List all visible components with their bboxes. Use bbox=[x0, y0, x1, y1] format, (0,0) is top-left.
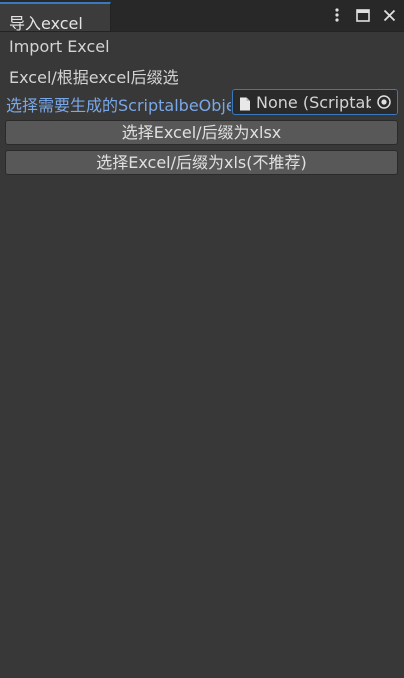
object-field-label: 选择需要生成的ScriptalbeObject bbox=[6, 96, 231, 115]
description-label: Excel/根据excel后缀选 bbox=[9, 68, 179, 87]
object-picker-icon[interactable] bbox=[371, 90, 397, 114]
more-icon[interactable] bbox=[328, 6, 346, 24]
select-xls-button[interactable]: 选择Excel/后缀为xls(不推荐) bbox=[5, 150, 398, 175]
section-title: Import Excel bbox=[9, 37, 110, 56]
close-icon[interactable] bbox=[380, 6, 398, 24]
window-controls bbox=[328, 6, 398, 24]
select-xlsx-button[interactable]: 选择Excel/后缀为xlsx bbox=[5, 120, 398, 145]
tab-label: 导入excel bbox=[9, 14, 83, 33]
tab-import-excel[interactable]: 导入excel bbox=[0, 2, 111, 33]
editor-window: 导入excel Import Excel Excel/根据excel后缀选 选择… bbox=[0, 0, 404, 678]
file-icon bbox=[239, 96, 251, 114]
scriptable-object-field[interactable]: None (Scriptable Object) bbox=[232, 89, 398, 115]
object-field-value: None (Scriptable Object) bbox=[256, 93, 374, 112]
scriptable-object-field-row: 选择需要生成的ScriptalbeObject None (Scriptable… bbox=[0, 89, 404, 117]
tab-bar: 导入excel bbox=[0, 0, 404, 33]
maximize-icon[interactable] bbox=[354, 6, 372, 24]
